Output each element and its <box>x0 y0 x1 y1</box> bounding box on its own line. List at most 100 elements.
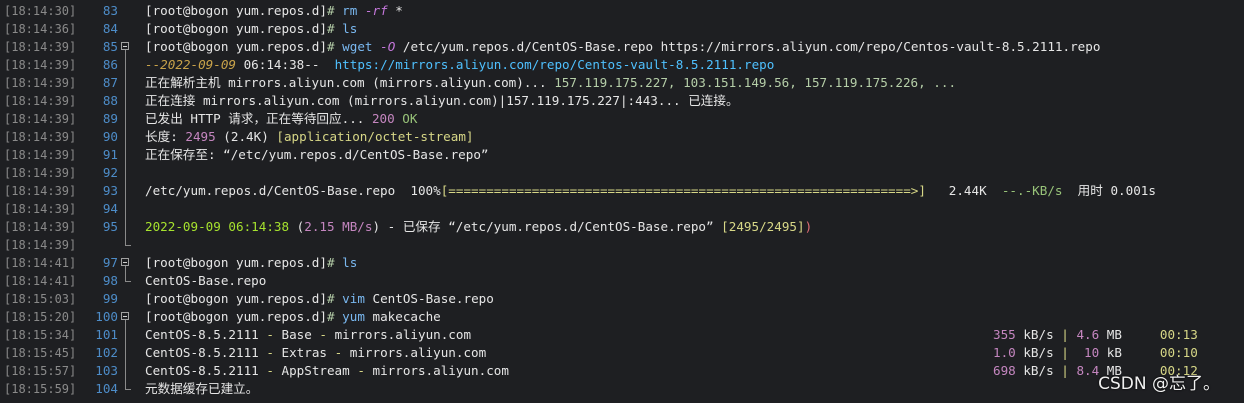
prompt-hash: # <box>326 39 335 54</box>
line-content: /etc/yum.repos.d/CentOS-Base.repo 100%[=… <box>145 182 1156 200</box>
saved-rate: 2.15 MB/s <box>304 219 373 234</box>
fold-end-marker <box>125 272 131 282</box>
download-size: 2.44K <box>948 183 987 198</box>
output-url[interactable]: https://mirrors.aliyun.com/repo/Centos-v… <box>319 57 775 72</box>
output-text: 正在连接 mirrors.aliyun.com (mirrors.aliyun.… <box>145 93 739 108</box>
repo-size-unit: kB <box>1099 345 1122 360</box>
watermark: CSDN @忘了。 <box>1098 374 1220 394</box>
fold-guide <box>125 164 126 182</box>
line-number: 88 <box>102 93 118 108</box>
fold-toggle[interactable] <box>120 254 132 272</box>
fold-guide <box>125 56 126 74</box>
repo-dash: - <box>258 363 282 378</box>
repo-mirror: mirrors.aliyun.com <box>334 327 472 342</box>
fold-toggle[interactable] <box>120 308 132 326</box>
line-content: [root@bogon yum.repos.d]# rm -rf * <box>145 2 403 20</box>
line-number: 85 <box>102 39 118 54</box>
terminal-window[interactable]: [18:14:30] 83 [root@bogon yum.repos.d]# … <box>0 0 1244 403</box>
repo-speed-value: 355 <box>993 327 1016 342</box>
download-percent: 100% <box>410 183 441 198</box>
terminal-line: [18:14:41] 98 CentOS-Base.repo <box>0 272 1244 290</box>
line-number: 103 <box>95 363 118 378</box>
repo-label: AppStream <box>281 363 350 378</box>
terminal-line: [18:14:36] 84 [root@bogon yum.repos.d]# … <box>0 20 1244 38</box>
line-content: 2022-09-09 06:14:38 (2.15 MB/s) - 已保存 “/… <box>145 218 812 236</box>
line-number: 83 <box>102 3 118 18</box>
command: ls <box>342 255 358 270</box>
timestamp: [18:14:39] <box>4 184 77 198</box>
fold-gutter <box>120 344 132 362</box>
line-number: 100 <box>95 309 118 324</box>
timestamp: [18:14:39] <box>4 58 77 72</box>
repo-name: CentOS-8.5.2111 - Base - mirrors.aliyun.… <box>145 326 471 344</box>
fold-end-marker <box>125 380 131 390</box>
collapse-icon[interactable] <box>121 258 129 266</box>
repo-speed: 1.0 kB/s | 10 kB 00:10 <box>993 344 1198 362</box>
line-content: [root@bogon yum.repos.d]# ls <box>145 254 357 272</box>
fold-guide <box>125 74 126 92</box>
download-rate: --.-KB/s <box>1001 183 1063 198</box>
shell-prompt: [root@bogon yum.repos.d] <box>145 309 327 324</box>
repo-name: CentOS-8.5.2111 - Extras - mirrors.aliyu… <box>145 344 486 362</box>
fold-toggle[interactable] <box>120 38 132 56</box>
repo-release: CentOS-8.5.2111 <box>145 345 259 360</box>
collapse-icon[interactable] <box>121 42 129 50</box>
command: ls <box>342 21 358 36</box>
timestamp: [18:14:39] <box>4 202 77 216</box>
http-status-code: 200 <box>371 111 395 126</box>
shell-prompt: [root@bogon yum.repos.d] <box>145 291 327 306</box>
repo-time: 00:10 <box>1159 345 1198 360</box>
terminal-line: [18:14:39] 85 [root@bogon yum.repos.d]# … <box>0 38 1244 56</box>
timestamp: [18:15:03] <box>4 292 77 306</box>
command-arg: * <box>395 3 403 18</box>
fold-gutter <box>120 182 132 200</box>
timestamp: [18:15:34] <box>4 328 77 342</box>
fold-guide <box>125 344 126 362</box>
line-content: --2022-09-09 06:14:38-- https://mirrors.… <box>145 56 774 74</box>
command: rm <box>342 3 358 18</box>
terminal-line: [18:14:30] 83 [root@bogon yum.repos.d]# … <box>0 2 1244 20</box>
terminal-line: [18:14:39] 90 长度: 2495 (2.4K) [applicati… <box>0 128 1244 146</box>
download-file: /etc/yum.repos.d/CentOS-Base.repo <box>145 183 411 198</box>
terminal-line: [18:15:20] 100 [root@bogon yum.repos.d]#… <box>0 308 1244 326</box>
repo-name: CentOS-8.5.2111 - AppStream - mirrors.al… <box>145 362 509 380</box>
repo-size-value: 10 <box>1076 345 1100 360</box>
line-content: 正在连接 mirrors.aliyun.com (mirrors.aliyun.… <box>145 92 739 110</box>
line-number: 90 <box>102 129 118 144</box>
command-flag: -O <box>380 39 396 54</box>
fold-guide <box>125 128 126 146</box>
timestamp: [18:14:39] <box>4 166 77 180</box>
line-content: CentOS-Base.repo <box>145 272 266 290</box>
repo-speed-value: 1.0 <box>993 345 1016 360</box>
output-label: 长度: <box>145 129 186 144</box>
file-length: 2495 <box>185 129 216 144</box>
line-content: 长度: 2495 (2.4K) [application/octet-strea… <box>145 128 474 146</box>
fold-guide <box>125 218 126 236</box>
output-text: 正在保存至: “/etc/yum.repos.d/CentOS-Base.rep… <box>145 147 489 162</box>
fold-guide <box>125 146 126 164</box>
fold-gutter <box>120 164 132 182</box>
terminal-line: [18:14:39] 94 <box>0 200 1244 218</box>
command: yum <box>342 309 365 324</box>
command-arg: /etc/yum.repos.d/CentOS-Base.repo https:… <box>402 39 1101 54</box>
terminal-line: [18:14:39] 89 已发出 HTTP 请求，正在等待回应... 200 … <box>0 110 1244 128</box>
saved-timestamp: 2022-09-09 06:14:38 <box>145 219 290 234</box>
saved-paren: ) <box>804 219 813 234</box>
repo-speed-unit: kB/s <box>1015 363 1054 378</box>
terminal-line: [18:14:39] 91 正在保存至: “/etc/yum.repos.d/C… <box>0 146 1244 164</box>
collapse-icon[interactable] <box>121 312 129 320</box>
repo-dash: - <box>258 327 282 342</box>
line-content: [root@bogon yum.repos.d]# yum makecache <box>145 308 441 326</box>
repo-speed-unit: kB/s <box>1015 345 1054 360</box>
column-separator: | <box>1061 345 1069 360</box>
timestamp: [18:14:41] <box>4 274 77 288</box>
command-flag: -rf <box>364 3 388 18</box>
line-number: 91 <box>102 147 118 162</box>
column-separator: | <box>1061 327 1069 342</box>
output-text: CentOS-Base.repo <box>145 273 267 288</box>
repo-size-value: 8.4 <box>1076 363 1100 378</box>
output-ips: 157.119.175.227, 103.151.149.56, 157.119… <box>554 75 957 90</box>
line-content: 正在解析主机 mirrors.aliyun.com (mirrors.aliyu… <box>145 74 956 92</box>
column-separator: | <box>1061 363 1069 378</box>
timestamp: [18:15:45] <box>4 346 77 360</box>
